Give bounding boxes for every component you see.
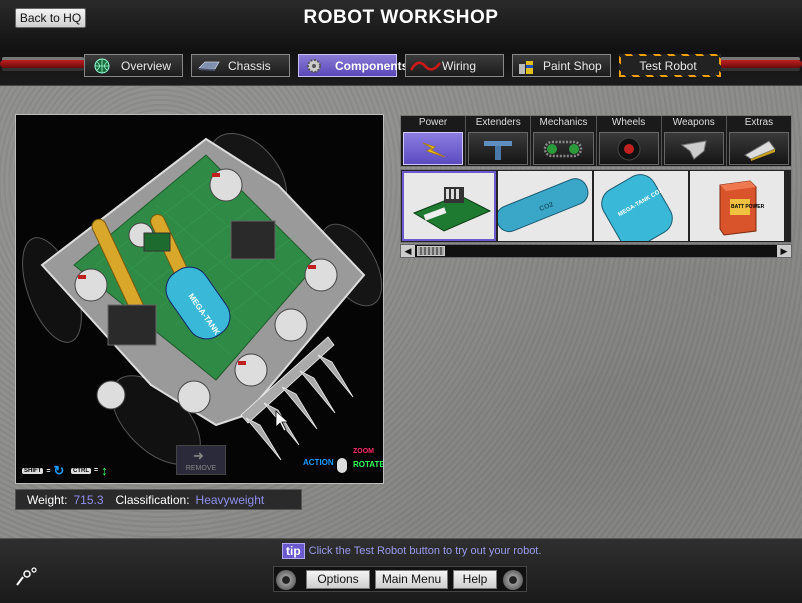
battery-item-label: BATT POWER <box>731 204 765 210</box>
category-wheels[interactable]: Wheels <box>597 116 662 166</box>
category-extenders-label: Extenders <box>475 117 521 128</box>
category-wheels-label: Wheels <box>611 117 646 128</box>
globe-icon <box>89 58 115 74</box>
category-extenders[interactable]: Extenders <box>466 116 532 166</box>
category-power-label: Power <box>418 117 448 128</box>
workshop-tabs: Overview Chassis Components Wiring Paint… <box>84 54 721 78</box>
components-scrollbar[interactable]: ◀ ▶ <box>400 244 792 258</box>
help-button[interactable]: Help <box>453 570 497 589</box>
scroll-right-arrow-icon[interactable]: ▶ <box>777 245 791 257</box>
gear-icon <box>303 58 329 74</box>
scroll-thumb[interactable] <box>417 246 445 256</box>
components-panel: Power Extenders Mechanics Wheels Weapons <box>400 115 792 260</box>
tab-test-robot-label: Test Robot <box>639 58 697 73</box>
robot-3d-viewport[interactable]: MEGA-TANK SHIFT = ↻ CTRL = ↕ ➜ REMOVE AC… <box>15 114 384 484</box>
mouse-controls-hint: ACTION ZOOM ROTATE <box>303 448 383 478</box>
tank-item-2[interactable]: MEGA-TANK CO2 <box>594 171 688 241</box>
options-button[interactable]: Options <box>306 570 370 589</box>
battery-item[interactable]: BATT POWER <box>690 171 784 241</box>
component-items: CO2 MEGA-TANK CO2 BATT POWER <box>400 169 792 243</box>
page-title: ROBOT WORKSHOP <box>303 7 499 28</box>
weight-label: Weight: <box>27 492 68 507</box>
tab-chassis[interactable]: Chassis <box>191 54 290 77</box>
robot-model: MEGA-TANK <box>22 132 383 465</box>
wheel-icon <box>598 132 659 165</box>
tab-test-robot[interactable]: Test Robot <box>619 54 721 77</box>
tip-message: tip Click the Test Robot button to try o… <box>282 543 541 559</box>
category-weapons-label: Weapons <box>672 117 715 128</box>
scroll-left-arrow-icon[interactable]: ◀ <box>401 245 415 257</box>
zoom-label: ZOOM <box>353 448 374 455</box>
chain-icon <box>533 132 594 165</box>
tab-overview-label: Overview <box>121 58 172 73</box>
tab-chassis-label: Chassis <box>228 58 271 73</box>
tank-image-1: CO2 <box>498 178 589 233</box>
shift-key-label: SHIFT <box>22 468 44 474</box>
category-power[interactable]: Power <box>401 116 467 166</box>
category-weapons[interactable]: Weapons <box>662 116 727 166</box>
category-extras-label: Extras <box>744 117 774 128</box>
tip-badge: tip <box>282 543 305 559</box>
category-extras[interactable]: Extras <box>727 116 791 166</box>
mouse-icon <box>337 458 347 473</box>
robot-stats-bar: Weight: 715.3 Classification: Heavyweigh… <box>15 489 302 510</box>
header-bar: Back to HQ ROBOT WORKSHOP Overview Chass… <box>0 0 802 86</box>
speed-controller-item[interactable] <box>402 171 496 241</box>
ctrl-move-hint: CTRL = ↕ <box>71 463 108 478</box>
tab-wiring-label: Wiring <box>442 58 477 73</box>
category-mechanics[interactable]: Mechanics <box>531 116 597 166</box>
paint-cans-icon <box>517 58 537 74</box>
chassis-icon <box>196 58 222 74</box>
tab-wiring[interactable]: Wiring <box>405 54 504 77</box>
tab-overview[interactable]: Overview <box>84 54 183 77</box>
action-label: ACTION <box>303 458 334 467</box>
footer-bar: tip Click the Test Robot button to try o… <box>0 538 802 603</box>
tank-item-1[interactable]: CO2 <box>498 171 592 241</box>
tab-paint-shop[interactable]: Paint Shop <box>512 54 611 77</box>
battery-image: BATT POWER <box>719 180 765 236</box>
tip-text: Click the Test Robot button to try out y… <box>308 545 542 557</box>
cable-decoration-right <box>718 60 802 68</box>
category-tabs: Power Extenders Mechanics Wheels Weapons <box>400 115 792 167</box>
lightning-icon <box>403 132 464 165</box>
blade-icon <box>663 132 724 165</box>
tab-components[interactable]: Components <box>298 54 408 77</box>
bottom-menu: Options Main Menu Help <box>273 566 527 592</box>
shift-rotate-hint: SHIFT = ↻ <box>22 463 65 478</box>
wire-icon <box>409 58 442 74</box>
rotate-arrow-icon: ↻ <box>53 463 65 478</box>
weight-value: 715.3 <box>73 492 104 507</box>
main-menu-button[interactable]: Main Menu <box>375 570 448 589</box>
extender-icon <box>468 132 529 165</box>
remove-label: REMOVE <box>185 465 217 472</box>
pointer-tool-icon[interactable] <box>14 567 38 591</box>
gear-icon <box>276 570 296 590</box>
ctrl-key-label: CTRL <box>71 467 91 474</box>
tab-paint-shop-label: Paint Shop <box>543 58 602 73</box>
circuit-board-image <box>412 187 492 232</box>
plow-icon <box>728 132 790 165</box>
gear-icon-right <box>503 570 523 590</box>
classification-value: Heavyweight <box>195 492 265 507</box>
tank-image-2: MEGA-TANK CO2 <box>601 174 673 241</box>
updown-arrow-icon: ↕ <box>101 463 108 478</box>
classification-label: Classification: <box>115 492 190 507</box>
category-mechanics-label: Mechanics <box>539 117 588 128</box>
rotate-label: ROTATE <box>353 460 384 469</box>
tab-components-label: Components <box>335 58 409 73</box>
remove-button[interactable]: ➜ REMOVE <box>176 445 226 475</box>
cable-decoration-left <box>0 60 86 68</box>
remove-arrow-icon: ➜ <box>193 448 204 463</box>
